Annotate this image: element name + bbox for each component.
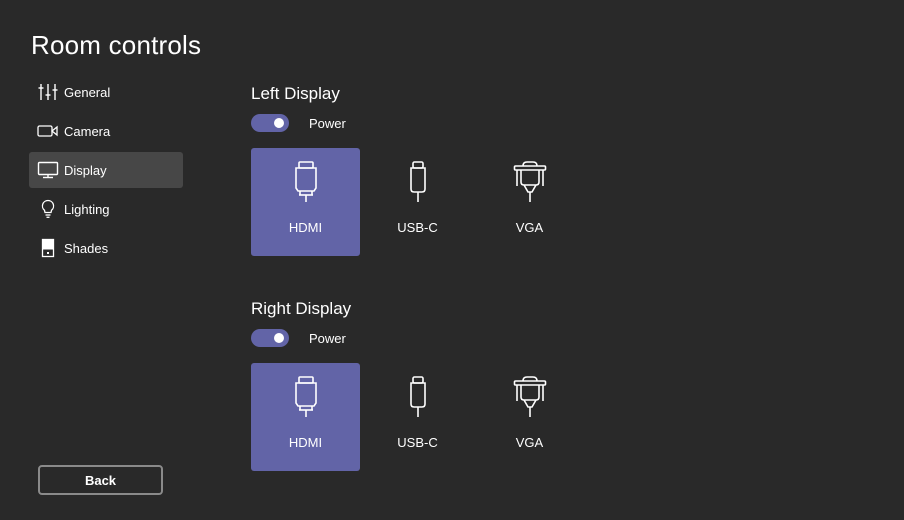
input-vga[interactable]: VGA xyxy=(475,363,584,471)
input-selector: HDMI USB-C VGA xyxy=(251,148,587,256)
toggle-knob xyxy=(274,333,284,343)
sidebar-nav: General Camera Display Lighting Shades xyxy=(29,74,183,269)
sidebar-item-label: Lighting xyxy=(64,201,110,217)
hdmi-icon xyxy=(291,375,321,424)
sidebar-item-lighting[interactable]: Lighting xyxy=(29,191,183,227)
input-hdmi[interactable]: HDMI xyxy=(251,363,360,471)
right-display-section: Right Display Power HDMI USB-C VGA xyxy=(251,299,587,471)
monitor-icon xyxy=(37,160,59,180)
sidebar-item-label: Camera xyxy=(64,123,111,139)
sliders-icon xyxy=(37,82,59,102)
power-row: Power xyxy=(251,114,587,132)
input-vga[interactable]: VGA xyxy=(475,148,584,256)
power-toggle[interactable] xyxy=(251,329,289,347)
sidebar-item-label: Display xyxy=(64,162,107,178)
back-button[interactable]: Back xyxy=(38,465,163,495)
toggle-knob xyxy=(274,118,284,128)
input-label: HDMI xyxy=(288,435,323,450)
power-toggle[interactable] xyxy=(251,114,289,132)
input-label: VGA xyxy=(515,435,544,450)
camera-icon xyxy=(37,121,59,141)
sidebar-item-shades[interactable]: Shades xyxy=(29,230,183,266)
section-title: Right Display xyxy=(251,299,352,318)
input-usb-c[interactable]: USB-C xyxy=(363,363,472,471)
sidebar-item-camera[interactable]: Camera xyxy=(29,113,183,149)
input-label: VGA xyxy=(515,220,544,235)
power-row: Power xyxy=(251,329,587,347)
input-usb-c[interactable]: USB-C xyxy=(363,148,472,256)
lightbulb-icon xyxy=(37,199,59,219)
shades-icon xyxy=(37,238,59,258)
vga-icon xyxy=(513,160,547,209)
vga-icon xyxy=(513,375,547,424)
input-selector: HDMI USB-C VGA xyxy=(251,363,587,471)
usb-c-icon xyxy=(403,160,433,209)
power-label: Power xyxy=(309,330,346,346)
sidebar-item-general[interactable]: General xyxy=(29,74,183,110)
power-label: Power xyxy=(309,115,346,131)
input-label: USB-C xyxy=(397,220,438,235)
section-title: Left Display xyxy=(251,84,340,103)
input-hdmi[interactable]: HDMI xyxy=(251,148,360,256)
usb-c-icon xyxy=(403,375,433,424)
sidebar-item-label: General xyxy=(64,84,111,100)
input-label: USB-C xyxy=(397,435,438,450)
input-label: HDMI xyxy=(288,220,323,235)
sidebar-item-display[interactable]: Display xyxy=(29,152,183,188)
left-display-section: Left Display Power HDMI USB-C VGA xyxy=(251,84,587,256)
sidebar-item-label: Shades xyxy=(64,240,109,256)
hdmi-icon xyxy=(291,160,321,209)
page-title: Room controls xyxy=(31,30,202,60)
